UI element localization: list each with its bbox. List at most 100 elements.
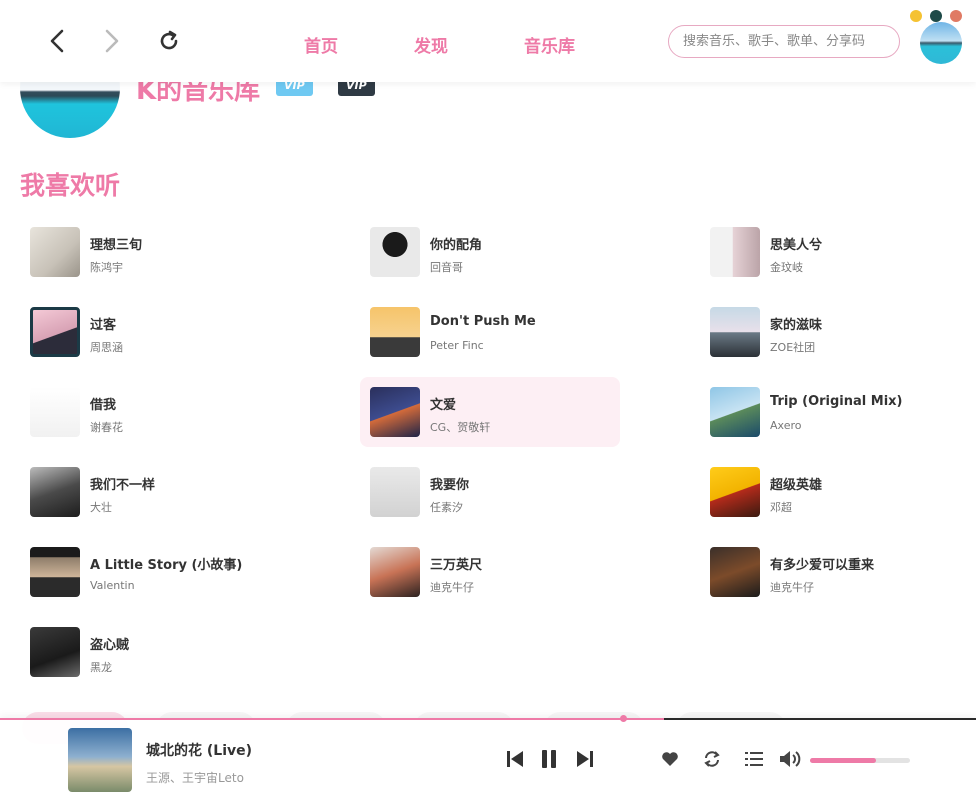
song-artist[interactable]: 周思涵 (90, 339, 123, 355)
song-item[interactable]: 思美人兮 金玟岐 (700, 217, 960, 287)
song-artist[interactable]: 陈鸿宇 (90, 259, 123, 275)
song-artist[interactable]: CG、贺敬轩 (430, 419, 490, 435)
progress-fill (0, 718, 664, 720)
now-playing-title[interactable]: 城北的花 (Live) (146, 740, 252, 760)
song-artist[interactable]: 金玟岐 (770, 259, 803, 275)
album-cover (30, 307, 80, 357)
user-avatar[interactable] (920, 22, 962, 64)
song-item[interactable]: Don't Push Me Peter Finc (360, 297, 620, 367)
now-playing-artist[interactable]: 王源、王宇宙Leto (146, 769, 244, 786)
song-item-active[interactable]: 文爱 CG、贺敬轩 (360, 377, 620, 447)
nav-home[interactable]: 首页 (304, 32, 338, 57)
now-playing-cover[interactable] (68, 728, 132, 792)
close-button[interactable] (950, 10, 962, 22)
previous-button[interactable] (504, 748, 526, 770)
song-item[interactable]: A Little Story (小故事) Valentin (20, 537, 280, 607)
song-title: 盗心贼 (90, 638, 130, 653)
song-artist[interactable]: ZOE社团 (770, 339, 815, 355)
song-item[interactable]: 有多少爱可以重来 迪克牛仔 (700, 537, 960, 607)
song-artist[interactable]: 谢春花 (90, 419, 123, 435)
player-bar: 城北的花 (Live) 王源、王宇宙Leto (0, 715, 976, 800)
song-title: Don't Push Me (430, 314, 536, 329)
repeat-button[interactable] (702, 749, 722, 769)
refresh-icon (160, 30, 178, 50)
song-artist[interactable]: 邓超 (770, 499, 792, 515)
back-button[interactable] (44, 28, 70, 54)
progress-thumb[interactable] (619, 715, 627, 722)
pause-icon (542, 750, 556, 768)
album-cover (710, 467, 760, 517)
song-artist[interactable]: 迪克牛仔 (430, 579, 474, 595)
album-cover (30, 387, 80, 437)
chevron-right-icon (105, 29, 119, 53)
song-item[interactable]: 借我 谢春花 (20, 377, 280, 447)
song-artist[interactable]: 黑龙 (90, 659, 112, 675)
song-title: 我要你 (430, 478, 470, 493)
album-cover (370, 387, 420, 437)
repeat-icon (704, 751, 720, 767)
song-title: 我们不一样 (90, 478, 156, 493)
song-artist[interactable]: Axero (770, 419, 801, 432)
song-item[interactable]: 理想三旬 陈鸿宇 (20, 217, 280, 287)
album-cover (30, 547, 80, 597)
minimize-button[interactable] (910, 10, 922, 22)
section-title: 我喜欢听 (20, 171, 121, 200)
nav-discover[interactable]: 发现 (414, 32, 448, 57)
maximize-button[interactable] (930, 10, 942, 22)
refresh-button[interactable] (156, 28, 182, 54)
volume-fill (810, 758, 876, 763)
song-title: A Little Story (小故事) (90, 558, 243, 573)
song-title: 借我 (90, 398, 117, 413)
song-item[interactable]: 盗心贼 黑龙 (20, 617, 280, 687)
heart-icon (662, 752, 678, 766)
song-title: 超级英雄 (770, 478, 823, 493)
nav-library[interactable]: 音乐库 (524, 32, 575, 57)
search-input[interactable] (668, 25, 900, 58)
album-cover (30, 627, 80, 677)
song-item[interactable]: 三万英尺 迪克牛仔 (360, 537, 620, 607)
song-artist[interactable]: 大壮 (90, 499, 112, 515)
volume-button[interactable] (778, 748, 804, 770)
song-title: 文爱 (430, 398, 457, 413)
song-item[interactable]: 你的配角 回音哥 (360, 217, 620, 287)
playlist-button[interactable] (744, 749, 764, 769)
album-cover (710, 547, 760, 597)
volume-icon (780, 751, 801, 767)
song-artist[interactable]: 任素汐 (430, 499, 463, 515)
song-item[interactable]: 超级英雄 邓超 (700, 457, 960, 527)
song-artist[interactable]: 回音哥 (430, 259, 463, 275)
progress-bar[interactable] (0, 718, 976, 720)
song-artist[interactable]: Valentin (90, 579, 135, 592)
forward-button[interactable] (99, 28, 125, 54)
album-cover (710, 387, 760, 437)
song-item[interactable]: 家的滋味 ZOE社团 (700, 297, 960, 367)
song-title: 你的配角 (430, 238, 483, 253)
song-artist[interactable]: Peter Finc (430, 339, 484, 352)
pause-button[interactable] (538, 747, 560, 771)
chevron-left-icon (50, 29, 64, 53)
song-item[interactable]: 过客 周思涵 (20, 297, 280, 367)
song-artist[interactable]: 迪克牛仔 (770, 579, 814, 595)
volume-slider[interactable] (810, 758, 910, 763)
skip-next-icon (577, 751, 593, 767)
album-cover (370, 307, 420, 357)
list-icon (745, 752, 763, 766)
song-item[interactable]: Trip (Original Mix) Axero (700, 377, 960, 447)
song-title: 理想三旬 (90, 238, 143, 253)
album-cover (370, 547, 420, 597)
song-item[interactable]: 我要你 任素汐 (360, 457, 620, 527)
song-title: Trip (Original Mix) (770, 394, 903, 409)
song-title: 过客 (90, 318, 117, 333)
song-title: 有多少爱可以重来 (770, 558, 875, 573)
album-cover (370, 227, 420, 277)
song-title: 家的滋味 (770, 318, 823, 333)
album-cover (30, 467, 80, 517)
album-cover (370, 467, 420, 517)
like-button[interactable] (660, 749, 680, 769)
skip-previous-icon (507, 751, 523, 767)
next-button[interactable] (574, 748, 596, 770)
song-title: 思美人兮 (770, 238, 823, 253)
song-title: 三万英尺 (430, 558, 483, 573)
album-cover (710, 307, 760, 357)
song-item[interactable]: 我们不一样 大壮 (20, 457, 280, 527)
